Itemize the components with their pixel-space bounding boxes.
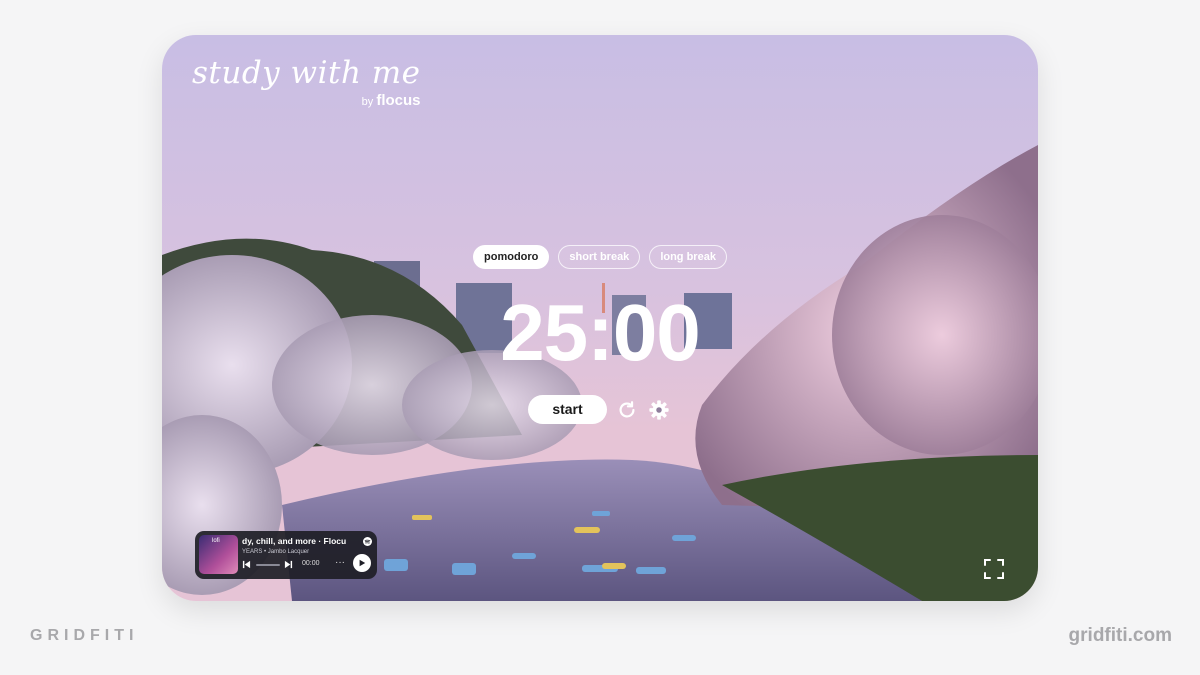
music-player: lofi dy, chill, and more · Flocu YEARS •… — [195, 531, 377, 579]
start-button[interactable]: start — [528, 395, 607, 424]
progress-bar[interactable] — [256, 564, 280, 566]
track-title: dy, chill, and more · Flocu — [242, 536, 347, 546]
gear-icon[interactable] — [647, 398, 671, 422]
tab-short-break[interactable]: short break — [558, 245, 641, 269]
timer-mode-tabs: pomodoro short break long break — [473, 245, 727, 269]
app-window: study with me by flocus pomodoro short b… — [162, 35, 1038, 601]
tab-long-break[interactable]: long break — [649, 245, 727, 269]
album-art: lofi — [199, 535, 238, 574]
brand-by: by — [361, 96, 374, 108]
tab-pomodoro[interactable]: pomodoro — [473, 245, 550, 269]
play-icon — [359, 559, 366, 567]
more-options-icon[interactable]: ··· — [335, 557, 345, 568]
spotify-icon[interactable] — [363, 537, 372, 546]
reset-icon[interactable] — [615, 398, 639, 422]
watermark-left: GRIDFITI — [30, 627, 139, 644]
time-elapsed: 00:00 — [302, 560, 320, 567]
watermark-right: gridfiti.com — [1068, 625, 1172, 646]
play-button[interactable] — [353, 554, 371, 572]
previous-track-icon[interactable] — [242, 560, 251, 569]
fullscreen-icon[interactable] — [983, 558, 1005, 580]
track-artist: YEARS • Jambo Lacquer — [242, 549, 310, 555]
timer-display: 25:00 — [500, 288, 701, 377]
brand-byline: by flocus — [362, 92, 421, 109]
timer-controls: start — [528, 395, 671, 424]
brand-logo: study with me by flocus — [192, 55, 421, 109]
brand-title: study with me — [192, 55, 421, 91]
brand-name: flocus — [376, 92, 421, 109]
next-track-icon[interactable] — [284, 560, 293, 569]
album-label: lofi — [212, 538, 220, 544]
